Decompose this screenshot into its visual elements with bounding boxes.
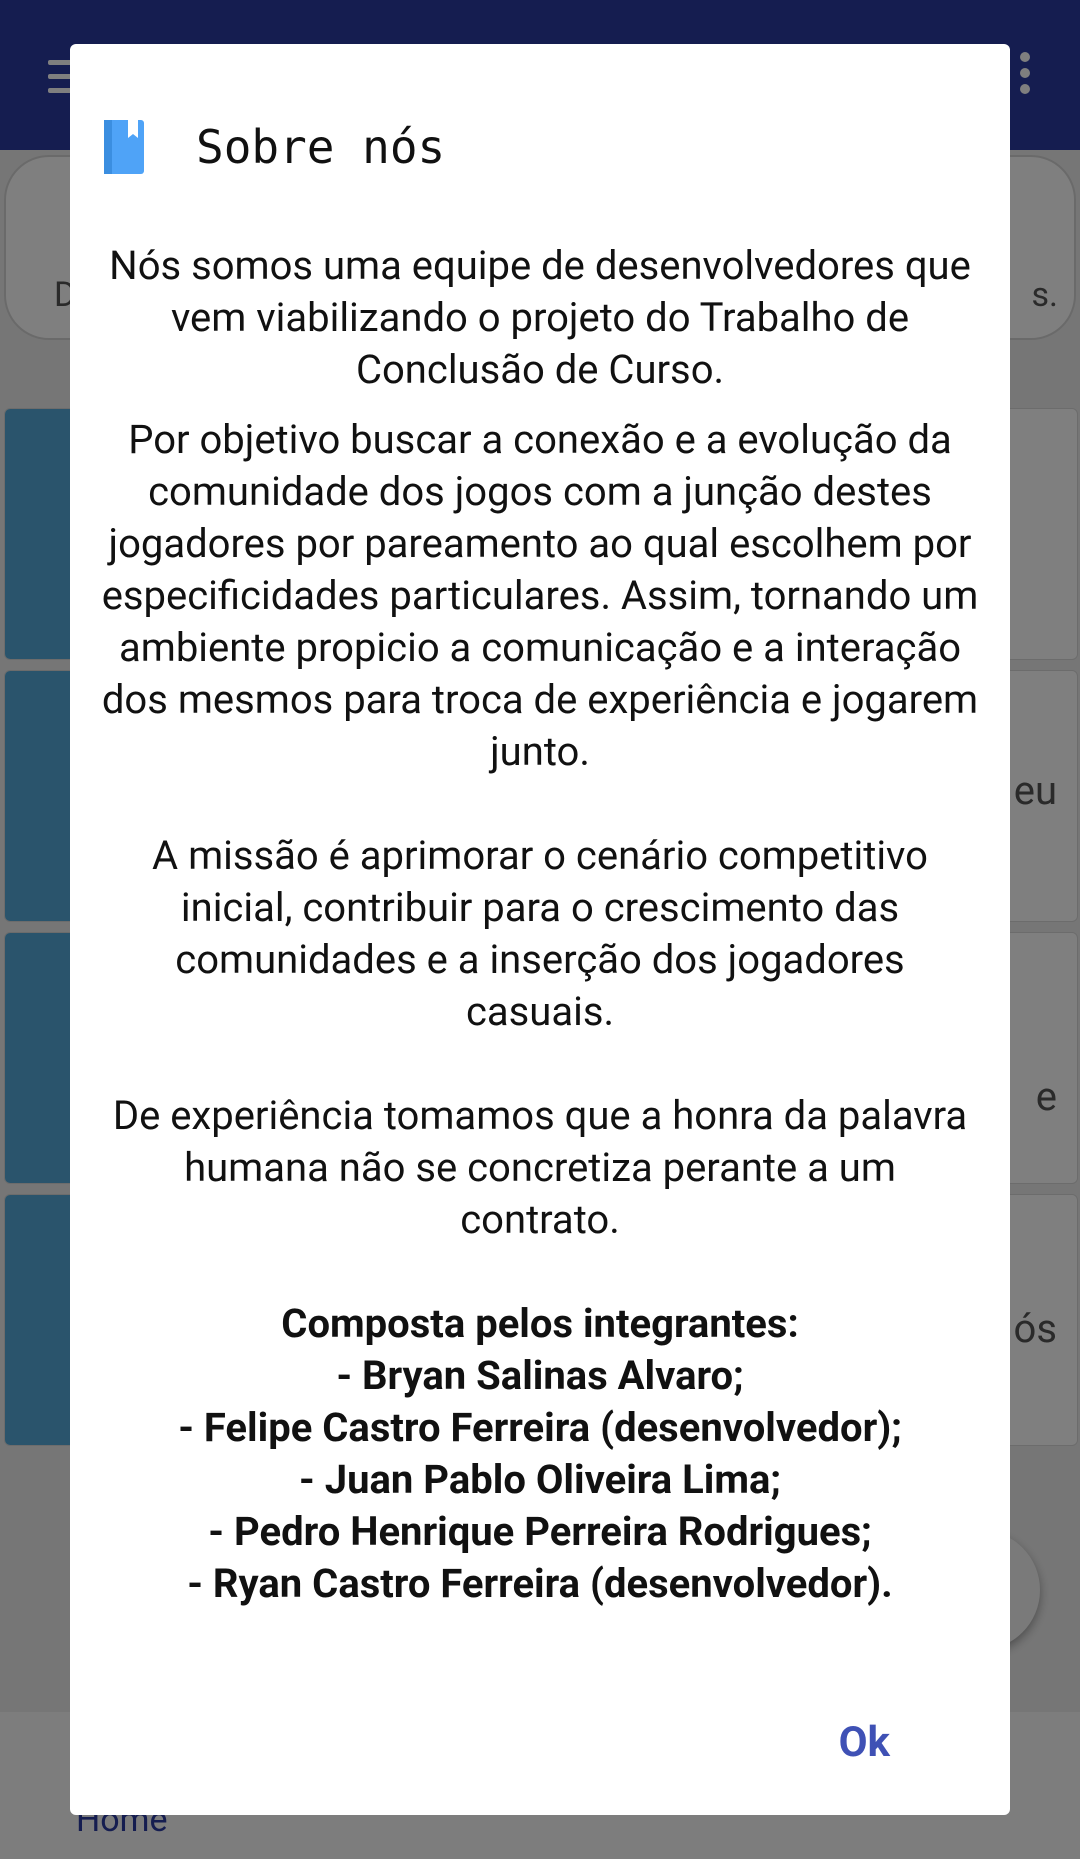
mission-paragraph: A missão é aprimorar o cenário competiti… (152, 832, 928, 1035)
ok-button[interactable]: Ok (839, 1718, 890, 1767)
member-item: - Felipe Castro Ferreira (desenvolvedor)… (178, 1404, 902, 1451)
dialog-header: Sobre nós (104, 110, 445, 184)
experience-paragraph: De experiência tomamos que a honra da pa… (112, 1092, 968, 1243)
member-item: - Pedro Henrique Perreira Rodrigues; (208, 1508, 872, 1555)
objective-paragraph: Por objetivo buscar a conexão e a evoluç… (101, 416, 979, 775)
dialog-message: Nós somos uma equipe de desenvolvedores … (100, 240, 980, 1610)
intro-paragraph: Nós somos uma equipe de desenvolvedores … (109, 242, 971, 393)
about-dialog: Sobre nós Nós somos uma equipe de desenv… (70, 44, 1010, 1815)
book-icon (104, 120, 144, 174)
members-section: Composta pelos integrantes: - Bryan Sali… (100, 1298, 980, 1610)
members-heading: Composta pelos integrantes: (281, 1300, 799, 1347)
member-item: - Bryan Salinas Alvaro; (336, 1352, 744, 1399)
member-item: - Juan Pablo Oliveira Lima; (299, 1456, 781, 1503)
dialog-title: Sobre nós (196, 120, 446, 174)
member-item: - Ryan Castro Ferreira (desenvolvedor). (187, 1560, 893, 1607)
